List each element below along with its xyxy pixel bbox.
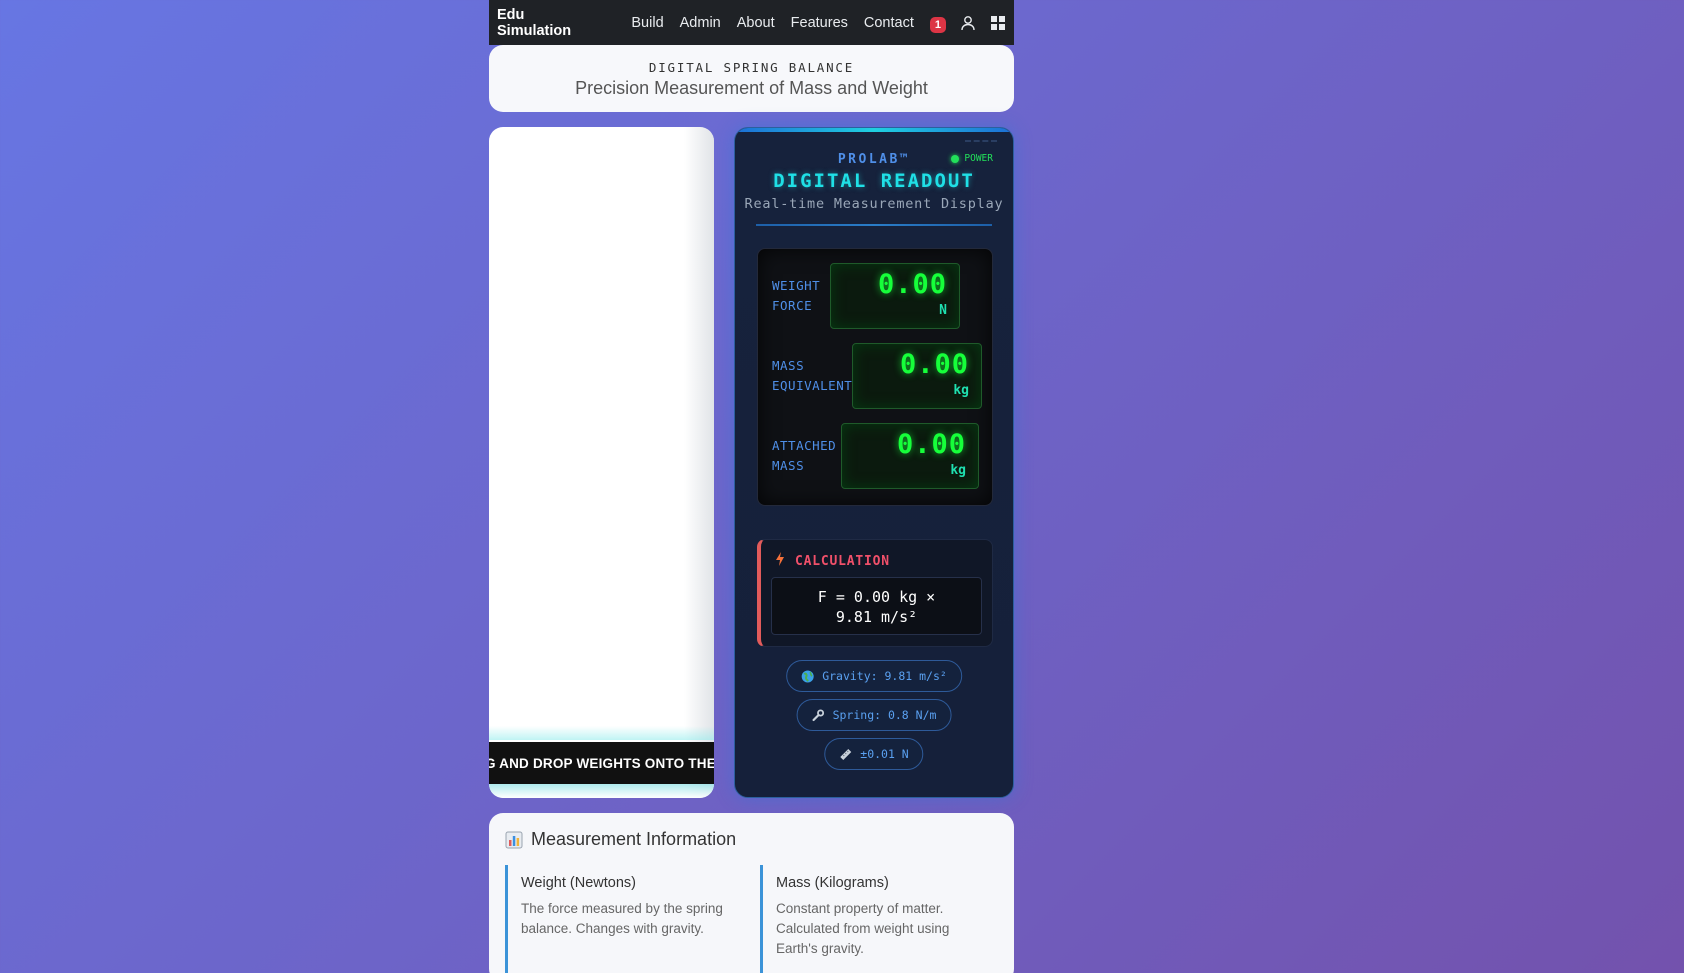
lcd-display: 0.00 kg: [841, 423, 979, 489]
lcd-value: 0.00: [877, 269, 947, 300]
header-card: DIGITAL SPRING BALANCE Precision Measure…: [489, 45, 1014, 112]
page: Edu Simulation Build Admin About Feature…: [489, 0, 1014, 973]
spring-pill: Spring: 0.8 N/m: [796, 699, 952, 731]
info-column-title: Weight (Newtons): [521, 875, 636, 891]
device-title: DIGITAL READOUT: [773, 170, 975, 192]
reading-label-line1: ATTACHED: [772, 438, 837, 453]
gravity-pill: Gravity: 9.81 m/s²: [786, 660, 962, 692]
canvas-edge-shadow: [684, 127, 714, 798]
main-row: G AND DROP WEIGHTS ONTO THE H POWER PROL…: [489, 127, 1014, 798]
brand-link[interactable]: Edu Simulation: [497, 7, 575, 39]
calculation-header: CALCULATION: [775, 552, 992, 570]
power-indicator: POWER: [951, 153, 993, 164]
reading-label: MASS EQUIVALENT: [772, 356, 852, 396]
info-column-text: The force measured by the spring balance…: [521, 901, 723, 936]
reading-label-line2: FORCE: [772, 298, 813, 313]
instruction-marquee: G AND DROP WEIGHTS ONTO THE H: [489, 742, 714, 784]
page-title: Precision Measurement of Mass and Weight: [575, 78, 928, 98]
canvas-bottom-glow: [489, 784, 714, 798]
reading-attached-mass: ATTACHED MASS 0.00 kg: [772, 423, 979, 489]
nav-contact[interactable]: Contact: [856, 15, 922, 31]
ruler-icon: [839, 748, 852, 761]
device-subtitle: Real-time Measurement Display: [744, 196, 1004, 212]
device-dashes: [965, 140, 997, 144]
calculation-label: CALCULATION: [795, 553, 890, 569]
simulation-canvas[interactable]: G AND DROP WEIGHTS ONTO THE H: [489, 127, 714, 798]
reading-label: ATTACHED MASS: [772, 436, 841, 476]
wrench-icon: [812, 709, 825, 722]
info-column-weight: Weight (Newtons) The force measured by t…: [505, 865, 743, 973]
reading-mass-equivalent: MASS EQUIVALENT 0.00 kg: [772, 343, 982, 409]
nav-features[interactable]: Features: [783, 15, 856, 31]
reading-label: WEIGHT FORCE: [772, 276, 830, 316]
readout-screen: WEIGHT FORCE 0.00 N MASS EQUIVALENT 0.00: [757, 248, 993, 506]
header-subtitle: DIGITAL SPRING BALANCE: [648, 60, 855, 75]
lcd-value: 0.00: [899, 349, 969, 380]
reading-label-line2: EQUIVALENT: [772, 378, 853, 393]
bar-chart-icon: [505, 831, 523, 849]
nav-admin[interactable]: Admin: [672, 15, 729, 31]
formula-line2: 9.81 m/s²: [835, 608, 918, 626]
device-divider: [756, 224, 992, 226]
lcd-display: 0.00 N: [830, 263, 960, 329]
info-column-title: Mass (Kilograms): [776, 875, 889, 891]
globe-icon: [801, 670, 814, 683]
notification-badge[interactable]: 1: [929, 16, 946, 33]
lcd-unit: kg: [953, 383, 969, 398]
info-columns: Weight (Newtons) The force measured by t…: [505, 865, 998, 973]
spring-text: Spring: 0.8 N/m: [832, 708, 937, 722]
reading-weight-force: WEIGHT FORCE 0.00 N: [772, 263, 960, 329]
user-icon[interactable]: [960, 15, 976, 31]
reading-label-line1: MASS: [772, 358, 805, 373]
measurement-info-card: Measurement Information Weight (Newtons)…: [489, 813, 1014, 973]
formula-line1: F = 0.00 kg ×: [817, 588, 936, 606]
lcd-unit: kg: [950, 463, 966, 478]
lcd-display: 0.00 kg: [852, 343, 982, 409]
lcd-value: 0.00: [896, 429, 966, 460]
digital-readout-device: POWER PROLAB™ DIGITAL READOUT Real-time …: [734, 127, 1014, 798]
reading-label-line1: WEIGHT: [772, 278, 821, 293]
info-column-mass: Mass (Kilograms) Constant property of ma…: [760, 865, 998, 973]
device-top-accent: [735, 128, 1013, 132]
canvas-glow: [489, 726, 714, 740]
power-label: POWER: [964, 153, 993, 164]
calculation-panel: CALCULATION F = 0.00 kg × 9.81 m/s²: [757, 539, 993, 647]
precision-text: ±0.01 N: [860, 747, 909, 761]
gravity-text: Gravity: 9.81 m/s²: [822, 669, 947, 683]
nav-about[interactable]: About: [729, 15, 783, 31]
lcd-unit: N: [939, 303, 947, 318]
marquee-text: G AND DROP WEIGHTS ONTO THE H: [489, 755, 714, 771]
nav-icons: 1: [929, 13, 1006, 33]
precision-pill: ±0.01 N: [824, 738, 924, 770]
power-led-icon: [951, 154, 960, 163]
nav-build[interactable]: Build: [623, 15, 671, 31]
bolt-icon: [775, 552, 785, 570]
nav-links: Build Admin About Features Contact: [623, 15, 921, 31]
info-column-text: Constant property of matter. Calculated …: [776, 901, 950, 956]
info-title: Measurement Information: [505, 829, 998, 850]
reading-label-line2: MASS: [772, 458, 805, 473]
info-title-text: Measurement Information: [531, 829, 737, 849]
grid-icon[interactable]: [990, 15, 1006, 31]
formula-display: F = 0.00 kg × 9.81 m/s²: [771, 577, 982, 635]
top-navbar: Edu Simulation Build Admin About Feature…: [489, 0, 1014, 45]
